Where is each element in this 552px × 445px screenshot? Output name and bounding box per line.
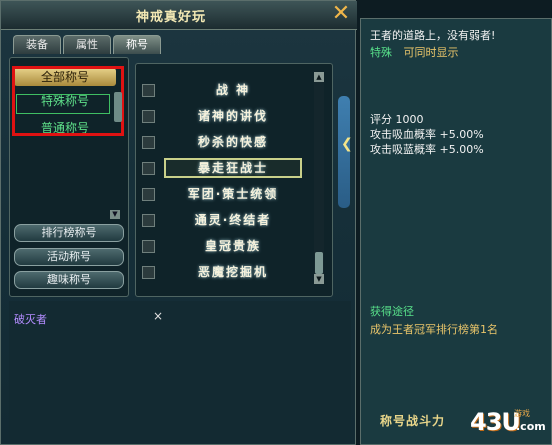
title-row[interactable]: 皇冠贵族 [142, 236, 310, 258]
category-column: 全部称号 特殊称号 普通称号 ▼ 排行榜称号 活动称号 趣味称号 [9, 57, 129, 297]
panel-toggle-bar[interactable] [338, 96, 350, 208]
logo-main-text: 43U [470, 408, 521, 436]
tab-titles[interactable]: 称号 [113, 35, 161, 54]
category-fun-titles[interactable]: 趣味称号 [14, 271, 124, 289]
info-obtain-heading: 获得途径 [370, 305, 414, 318]
category-ranking-titles[interactable]: 排行榜称号 [14, 224, 124, 242]
title-name: 通灵·终结者 [194, 213, 272, 227]
scroll-down-icon[interactable]: ▼ [314, 274, 324, 284]
category-scroll-down-icon[interactable]: ▼ [110, 210, 120, 219]
title-checkbox[interactable] [142, 110, 155, 123]
info-type-note: 可同时显示 [403, 46, 459, 59]
logo-suffix-text: .com [516, 420, 546, 433]
title-name: 军团·策士统领 [187, 187, 279, 201]
title-checkbox[interactable] [142, 214, 155, 227]
info-score-row: 评分 1000 [370, 111, 424, 127]
close-button[interactable]: ✕ [331, 3, 351, 25]
title-name: 恶魔挖掘机 [197, 265, 268, 279]
info-type-row: 特殊 可同时显示 [370, 44, 459, 60]
info-attr-manasteal: 攻击吸蓝概率 +5.00% [370, 143, 484, 156]
title-name: 战 神 [215, 83, 251, 97]
title-list-scrollbar[interactable]: ▲ ▼ [314, 72, 324, 284]
title-checkbox[interactable] [142, 240, 155, 253]
title-checkbox[interactable] [142, 162, 155, 175]
title-list: 战 神 诸神的讲伐 秒杀的快感 暴走狂战士 军团·策士统领 通灵·终结者 皇冠贵… [135, 63, 333, 297]
title-row[interactable]: 战 神 [142, 80, 310, 102]
chevron-left-icon[interactable]: ❮ [341, 136, 353, 152]
title-checkbox[interactable] [142, 188, 155, 201]
info-attr-lifesteal: 攻击吸血概率 +5.00% [370, 128, 484, 141]
remove-title-button[interactable]: × [153, 309, 163, 323]
scroll-up-icon[interactable]: ▲ [314, 72, 324, 82]
info-type-label: 特殊 [370, 46, 392, 59]
scroll-thumb[interactable] [315, 252, 323, 274]
tab-attributes[interactable]: 属性 [63, 35, 111, 54]
title-window: 神戒真好玩 ✕ 装备 属性 称号 全部称号 特殊称号 普通称号 ▼ 排行榜称号 … [0, 0, 357, 445]
equipped-title-name: 破灭者 [14, 313, 47, 326]
title-checkbox[interactable] [142, 136, 155, 149]
title-name: 秒杀的快感 [197, 135, 268, 149]
info-score-value: 1000 [395, 113, 424, 126]
highlight-box [12, 66, 124, 136]
logo-sub-text: 游戏 [514, 409, 530, 418]
window-title: 神戒真好玩 [135, 10, 206, 25]
title-checkbox[interactable] [142, 84, 155, 97]
title-bar: 神戒真好玩 ✕ [1, 1, 357, 30]
title-row[interactable]: 通灵·终结者 [142, 210, 310, 232]
title-info-panel: 王者的道路上，没有弱者! 特殊 可同时显示 评分 1000 攻击吸血概率 +5.… [360, 18, 552, 445]
site-logo: 43U 游戏 .com [470, 408, 550, 440]
title-row[interactable]: 军团·策士统领 [142, 184, 310, 206]
title-row[interactable]: 秒杀的快感 [142, 132, 310, 154]
title-row[interactable]: 诸神的讲伐 [142, 106, 310, 128]
category-scroll-thumb[interactable] [114, 92, 122, 122]
tab-equipment[interactable]: 装备 [13, 35, 61, 54]
equipped-title-area: 破灭者 × [9, 301, 351, 441]
title-row[interactable]: 恶魔挖掘机 [142, 262, 310, 284]
title-power-label: 称号战斗力 [380, 414, 446, 428]
title-name: 暴走狂战士 [164, 158, 302, 178]
info-obtain-text: 成为王者冠军排行榜第1名 [370, 323, 498, 336]
title-name: 诸神的讲伐 [197, 109, 268, 123]
info-title-name: 王者的道路上，没有弱者! [370, 29, 496, 42]
title-name: 皇冠贵族 [204, 239, 261, 253]
category-event-titles[interactable]: 活动称号 [14, 248, 124, 266]
info-score-label: 评分 [370, 113, 392, 126]
title-checkbox[interactable] [142, 266, 155, 279]
title-row-selected[interactable]: 暴走狂战士 [142, 158, 310, 180]
